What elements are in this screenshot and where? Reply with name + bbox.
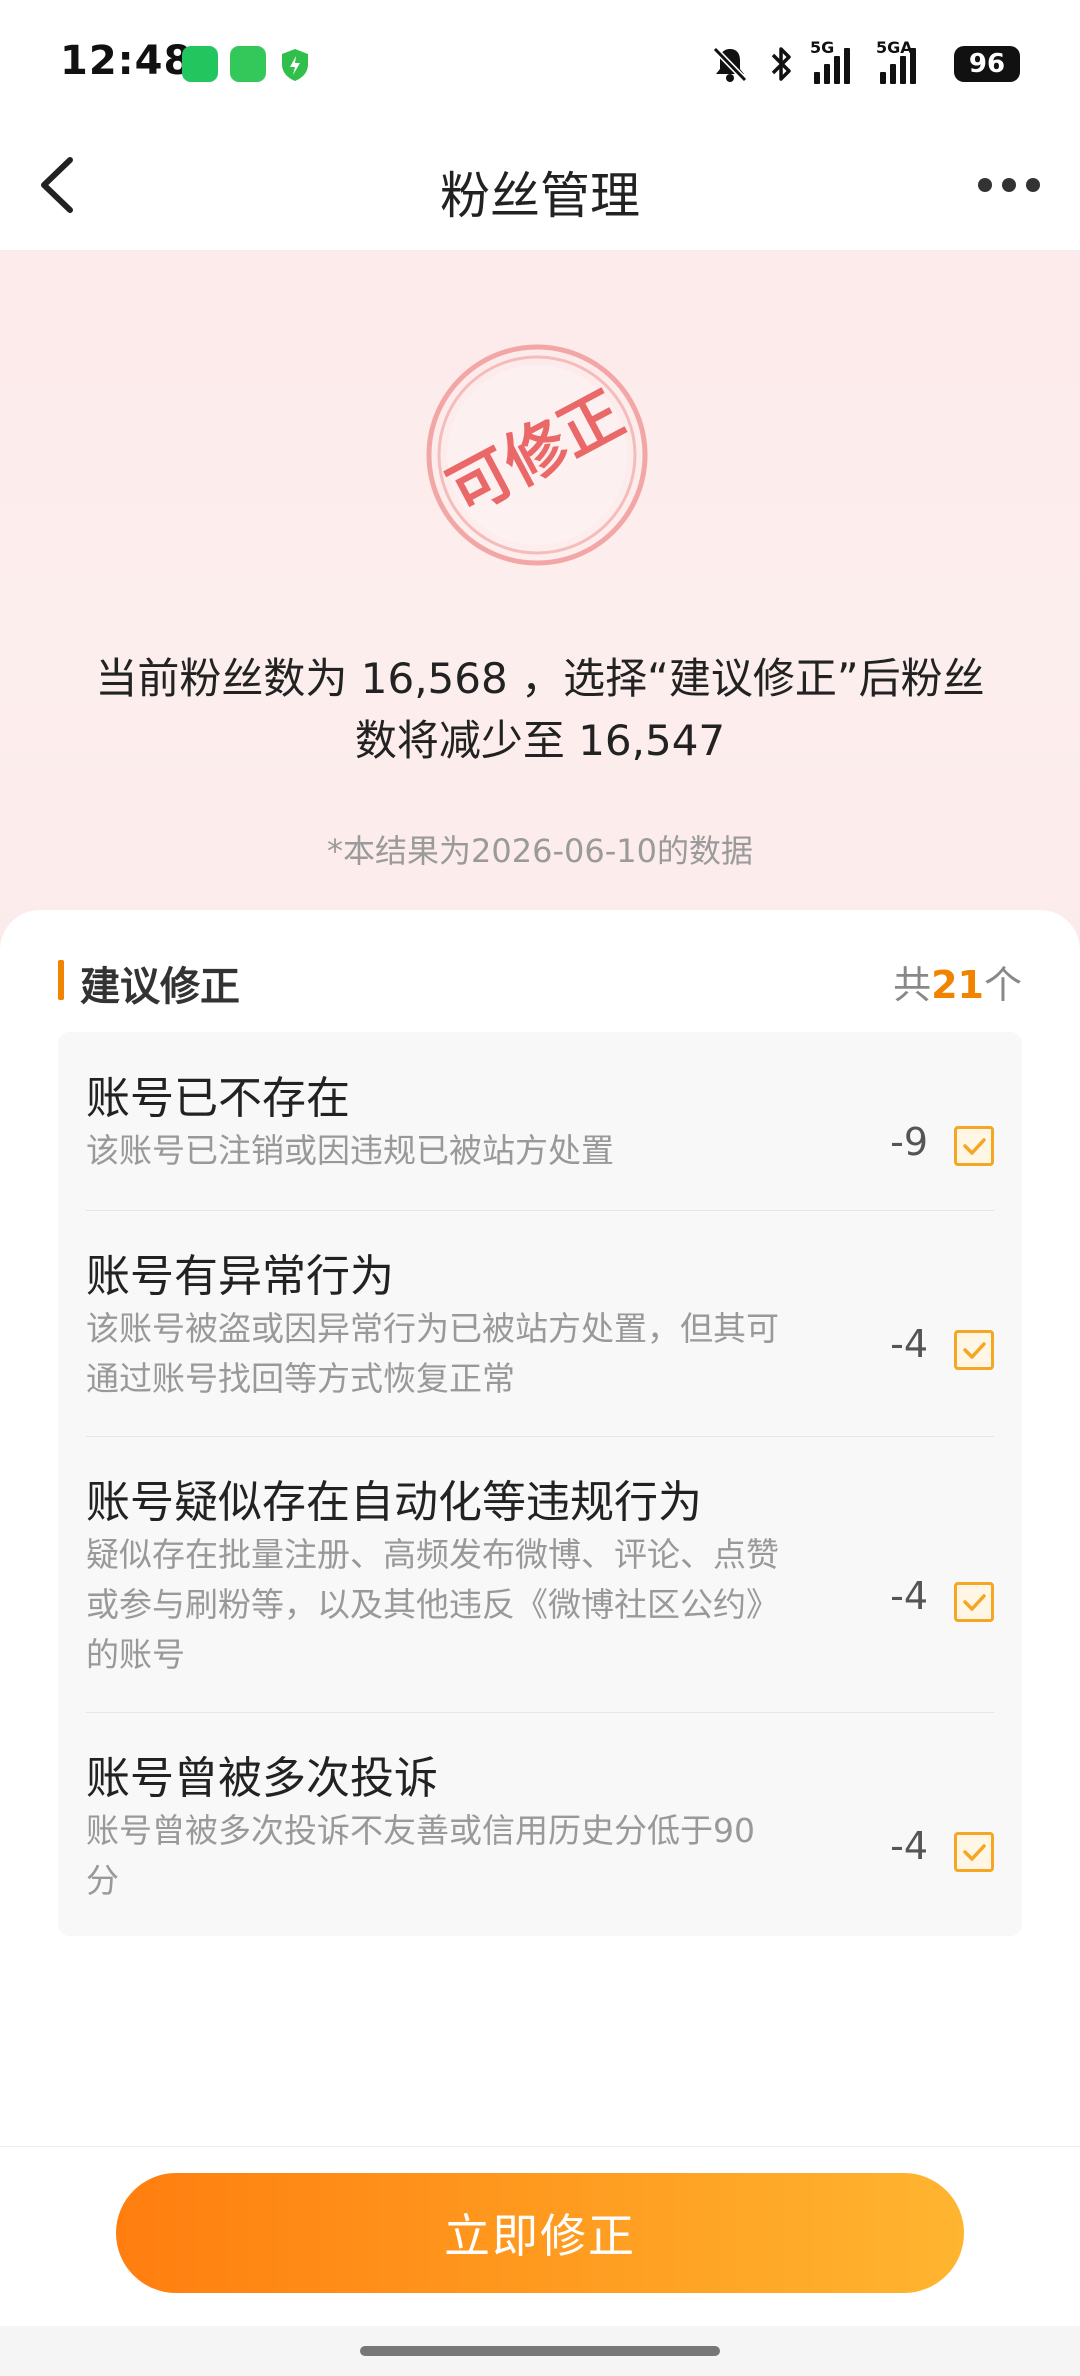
more-dot-icon [978,178,992,192]
summary-line-2: 数将减少至 16,547 [354,716,726,765]
status-time: 12:48 [60,38,193,84]
item-checkbox[interactable] [954,1832,994,1872]
section-count: 共21个 [893,954,1022,1009]
mute-bell-icon [712,46,748,83]
item-checkbox[interactable] [954,1330,994,1370]
item-title: 账号有异常行为 [86,1251,394,1302]
summary-line-1: 当前粉丝数为 16,568 ，选择“建议修正”后粉丝 [95,654,985,703]
item-title: 账号曾被多次投诉 [86,1753,438,1804]
item-reduction: -4 [890,1824,928,1868]
home-indicator[interactable] [360,2346,720,2356]
suggestion-card: 建议修正 共21个 账号已不存在 该账号已注销或因违规已被站方处置 -9 账号有… [0,910,1080,2146]
item-description: 账号曾被多次投诉不友善或信用历史分低于90分 [86,1811,755,1900]
list-item: 账号曾被多次投诉 账号曾被多次投诉不友善或信用历史分低于90分 -4 [86,1742,994,1912]
phone-app-icon [230,46,266,82]
count-number: 21 [931,963,984,1007]
fans-summary: 当前粉丝数为 16,568 ，选择“建议修正”后粉丝 数将减少至 16,547 [60,648,1020,772]
item-title: 账号已不存在 [86,1073,350,1124]
item-divider [86,1712,994,1713]
more-dot-icon [1002,178,1016,192]
bluetooth-icon [771,47,791,81]
item-description: 该账号已注销或因违规已被站方处置 [86,1131,614,1170]
nav-bar: 粉丝管理 [0,120,1080,251]
fix-now-button[interactable]: 立即修正 [116,2173,964,2293]
checkmark-icon [963,1342,986,1359]
item-description: 疑似存在批量注册、高频发布微博、评论、点赞或参与刷粉等，以及其他违反《微博社区公… [86,1535,779,1674]
item-checkbox[interactable] [954,1582,994,1622]
list-item: 账号已不存在 该账号已注销或因违规已被站方处置 -9 [86,1062,994,1182]
checkmark-icon [963,1138,986,1155]
list-item: 账号有异常行为 该账号被盗或因异常行为已被站方处置，但其可通过账号找回等方式恢复… [86,1240,994,1410]
section-header: 建议修正 共21个 [58,950,1022,1010]
correctable-stamp: 可修正 [426,344,648,566]
status-bar: 12:48 5G 5GA 96 [0,0,1080,120]
shield-icon [282,49,308,81]
signal-strength-1: 5G [810,38,862,84]
item-checkbox[interactable] [954,1126,994,1166]
page-title: 粉丝管理 [440,167,640,225]
item-divider [86,1436,994,1437]
section-title: 建议修正 [80,964,240,1010]
signal-1-label: 5G [810,38,835,57]
more-dot-icon [1026,178,1040,192]
checkmark-icon [963,1844,986,1861]
more-options-button[interactable] [964,160,1054,210]
item-reduction: -9 [890,1120,928,1164]
suggestion-list: 账号已不存在 该账号已注销或因违规已被站方处置 -9 账号有异常行为 该账号被盗… [58,1032,1022,1936]
status-indicators: 5G 5GA 96 [710,38,1020,88]
item-reduction: -4 [890,1574,928,1618]
app-notification-icon [182,46,218,82]
home-indicator-area [0,2326,1080,2376]
item-reduction: -4 [890,1322,928,1366]
signal-strength-2: 5GA [876,38,936,84]
item-description: 该账号被盗或因异常行为已被站方处置，但其可通过账号找回等方式恢复正常 [86,1309,779,1398]
bottom-action-bar: 立即修正 [0,2146,1080,2327]
data-date-note: *本结果为2026-06-10的数据 [327,832,753,870]
section-accent-bar [58,960,64,1000]
count-suffix: 个 [983,963,1022,1007]
item-divider [86,1210,994,1211]
checkmark-icon [963,1594,986,1611]
item-title: 账号疑似存在自动化等违规行为 [86,1477,702,1528]
count-prefix: 共 [893,963,932,1007]
list-item: 账号疑似存在自动化等违规行为 疑似存在批量注册、高频发布微博、评论、点赞或参与刷… [86,1466,994,1686]
battery-indicator: 96 [954,46,1020,82]
signal-2-label: 5GA [876,38,913,57]
